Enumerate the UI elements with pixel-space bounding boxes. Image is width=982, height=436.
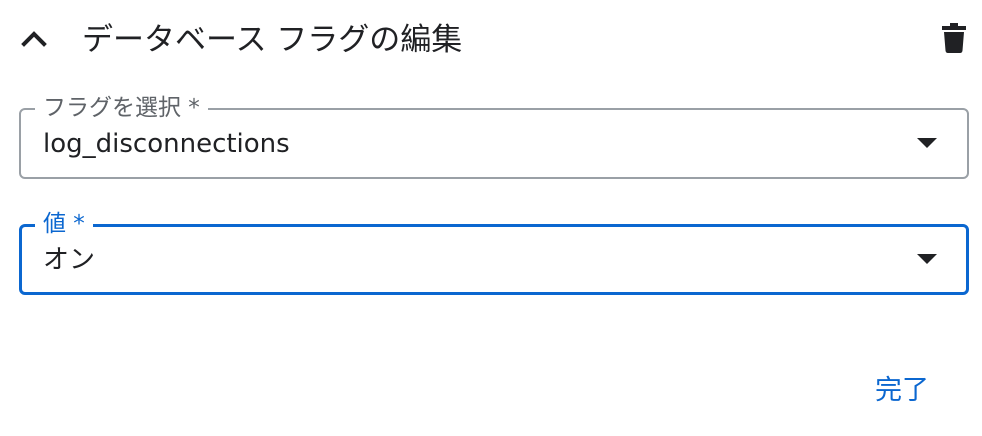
collapse-button[interactable] <box>12 18 56 62</box>
flag-select[interactable]: フラグを選択 * log_disconnections <box>19 95 969 179</box>
value-select-label: 値 * <box>35 211 93 237</box>
value-select[interactable]: 値 * オン <box>19 211 969 295</box>
flag-select-value: log_disconnections <box>43 129 290 159</box>
done-button[interactable]: 完了 <box>862 366 942 416</box>
chevron-up-icon <box>21 29 47 51</box>
delete-button[interactable] <box>932 18 976 62</box>
trash-icon <box>942 23 966 57</box>
value-select-value: オン <box>43 245 96 275</box>
dropdown-arrow-icon <box>917 138 937 148</box>
section-header: データベース フラグの編集 <box>0 0 982 80</box>
dropdown-arrow-icon <box>917 254 937 264</box>
section-title: データベース フラグの編集 <box>82 22 463 58</box>
flag-select-label: フラグを選択 * <box>35 95 208 121</box>
